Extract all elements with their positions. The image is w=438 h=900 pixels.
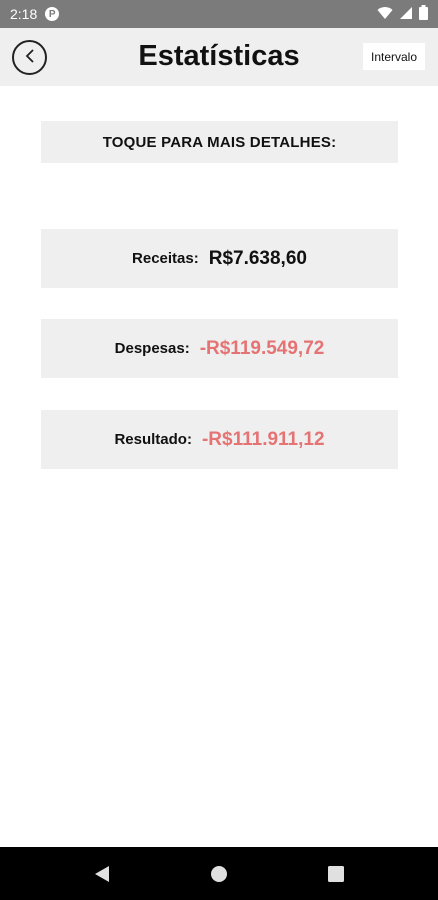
income-card[interactable]: Receitas: R$7.638,60	[41, 229, 398, 288]
system-nav-bar	[0, 847, 438, 900]
income-value: R$7.638,60	[208, 247, 307, 269]
income-label: Receitas:	[132, 250, 199, 267]
result-card[interactable]: Resultado: -R$111.911,12	[41, 410, 398, 469]
nav-back-icon[interactable]	[94, 865, 110, 883]
app-notification-icon: P	[45, 7, 60, 21]
wifi-icon	[377, 6, 393, 23]
result-label: Resultado:	[114, 431, 192, 448]
result-value: -R$111.911,12	[201, 428, 325, 450]
details-hint: TOQUE PARA MAIS DETALHES:	[41, 121, 398, 163]
nav-home-icon[interactable]	[210, 865, 228, 883]
interval-button[interactable]: Intervalo	[363, 43, 425, 70]
status-time: 2:18	[10, 6, 38, 22]
expenses-label: Despesas:	[114, 340, 190, 357]
battery-icon	[419, 5, 428, 23]
expenses-value: -R$119.549,72	[199, 337, 325, 359]
app-bar: Estatísticas Intervalo	[0, 28, 438, 86]
nav-recents-icon[interactable]	[328, 865, 344, 882]
expenses-card[interactable]: Despesas: -R$119.549,72	[41, 319, 398, 378]
status-bar: 2:18 P	[0, 0, 438, 28]
signal-icon	[399, 6, 413, 23]
